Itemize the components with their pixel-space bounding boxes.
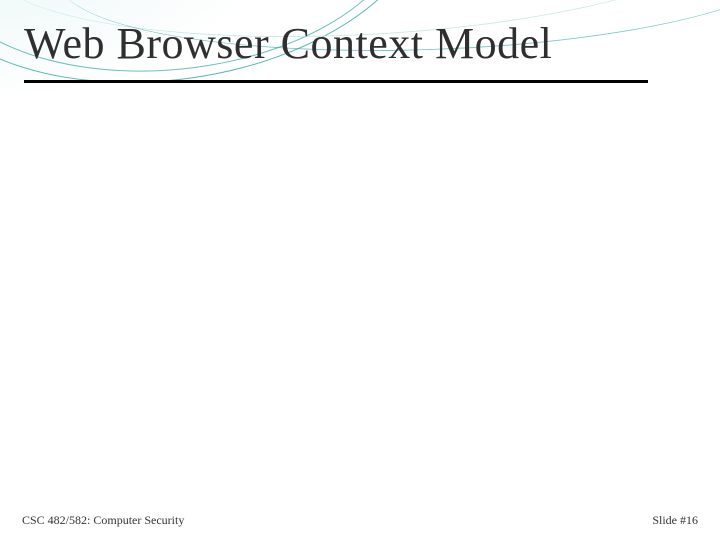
footer-slide-number: Slide #16 (652, 513, 698, 528)
slide-title: Web Browser Context Model (24, 18, 696, 75)
slide-footer: CSC 482/582: Computer Security Slide #16 (22, 513, 698, 528)
footer-course: CSC 482/582: Computer Security (22, 513, 184, 528)
title-underline (24, 80, 648, 83)
slide: Web Browser Context Model CSC 482/582: C… (0, 0, 720, 540)
